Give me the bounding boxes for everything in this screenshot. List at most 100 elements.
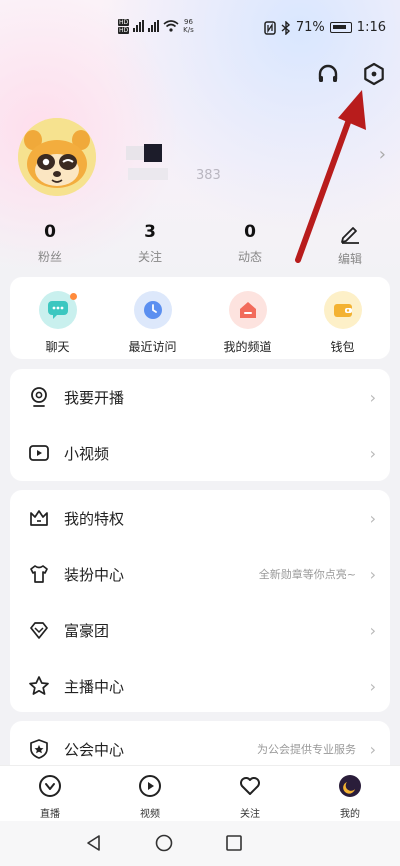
net-speed-unit: K/s bbox=[183, 26, 194, 34]
edit-label: 编辑 bbox=[337, 252, 362, 266]
chevron-right-icon: › bbox=[369, 508, 376, 528]
quick-label: 最近访问 bbox=[128, 340, 177, 354]
heart-icon bbox=[240, 777, 260, 795]
crown-icon bbox=[30, 510, 48, 526]
menu-item-dress-center[interactable]: 装扮中心 全新勋章等你点亮~ › bbox=[10, 546, 390, 602]
menu-hint: 为公会提供专业服务 bbox=[257, 743, 356, 756]
status-bar: HD HD 96 K/s 71% 1:16 bbox=[0, 0, 400, 58]
live-camera-icon bbox=[31, 387, 47, 407]
network-indicators: HD HD 96 K/s bbox=[118, 18, 194, 34]
quick-label: 聊天 bbox=[45, 340, 70, 354]
quick-wallet[interactable]: 钱包 bbox=[295, 277, 390, 359]
quick-chat[interactable]: 聊天 bbox=[10, 277, 105, 359]
tab-video[interactable]: 视频 bbox=[100, 766, 200, 821]
tab-label: 直播 bbox=[40, 809, 60, 820]
clock: 1:16 bbox=[356, 20, 386, 35]
profile-chevron-icon[interactable]: › bbox=[379, 144, 386, 165]
sim2-badge: HD bbox=[118, 26, 130, 34]
stat-fans[interactable]: 0 粉丝 bbox=[10, 222, 90, 265]
wallet-icon bbox=[323, 291, 362, 329]
quick-label: 钱包 bbox=[330, 340, 355, 354]
stat-value: 0 bbox=[244, 222, 256, 242]
battery-icon bbox=[329, 22, 352, 33]
edit-profile-button[interactable]: 编辑 bbox=[310, 222, 390, 267]
tab-live[interactable]: 直播 bbox=[0, 766, 100, 821]
unread-dot bbox=[70, 293, 77, 300]
net-speed: 96 K/s bbox=[183, 18, 194, 34]
menu-label: 主播中心 bbox=[64, 677, 125, 696]
menu-label: 小视频 bbox=[64, 444, 110, 463]
signal2-icon bbox=[148, 20, 160, 32]
chevron-right-icon: › bbox=[369, 564, 376, 584]
headphones-icon[interactable] bbox=[316, 62, 340, 86]
avatar[interactable] bbox=[18, 118, 96, 196]
quick-label: 我的频道 bbox=[223, 340, 272, 354]
net-speed-value: 96 bbox=[183, 18, 193, 26]
menu-item-streamer-center[interactable]: 主播中心 › bbox=[10, 658, 390, 714]
shield-icon bbox=[30, 739, 48, 759]
stat-label: 粉丝 bbox=[37, 250, 62, 264]
chevron-right-icon: › bbox=[369, 676, 376, 696]
chevron-right-icon: › bbox=[369, 739, 376, 759]
signal-icon bbox=[133, 20, 145, 32]
system-nav-bar bbox=[0, 821, 400, 866]
settings-icon[interactable] bbox=[362, 62, 386, 86]
nfc-icon bbox=[264, 20, 276, 35]
menu-group-features: 我的特权 › 装扮中心 全新勋章等你点亮~ › 富豪团 › 主播中心 › bbox=[10, 490, 390, 712]
sim1-badge: HD bbox=[118, 18, 130, 26]
stat-value: 0 bbox=[44, 222, 56, 242]
stats-row: 0 粉丝 3 关注 0 动态 编辑 bbox=[0, 222, 400, 268]
menu-group-live: 我要开播 › 小视频 › bbox=[10, 369, 390, 481]
channel-home-icon bbox=[228, 291, 267, 329]
header-actions bbox=[316, 62, 386, 86]
stat-posts[interactable]: 0 动态 bbox=[210, 222, 290, 265]
menu-label: 我要开播 bbox=[64, 388, 125, 407]
chevron-right-icon: › bbox=[369, 387, 376, 407]
clock-icon bbox=[133, 291, 172, 329]
quick-my-channel[interactable]: 我的频道 bbox=[200, 277, 295, 359]
quick-actions-card: 聊天 最近访问 我的频道 钱包 bbox=[10, 277, 390, 359]
stat-following[interactable]: 3 关注 bbox=[110, 222, 190, 265]
tab-label: 视频 bbox=[140, 809, 160, 820]
menu-item-short-video[interactable]: 小视频 › bbox=[10, 425, 390, 481]
menu-label: 富豪团 bbox=[64, 621, 110, 640]
stat-label: 动态 bbox=[237, 250, 262, 264]
quick-recent-visits[interactable]: 最近访问 bbox=[105, 277, 200, 359]
menu-hint: 全新勋章等你点亮~ bbox=[258, 568, 356, 581]
menu-item-privileges[interactable]: 我的特权 › bbox=[10, 490, 390, 546]
back-icon[interactable] bbox=[84, 833, 104, 853]
video-play-icon bbox=[29, 445, 49, 461]
live-icon bbox=[39, 775, 61, 797]
bluetooth-icon bbox=[281, 20, 290, 35]
username-masked-block bbox=[144, 144, 162, 162]
chevron-right-icon: › bbox=[369, 443, 376, 463]
tab-me[interactable]: 我的 bbox=[300, 766, 400, 821]
username-masked bbox=[126, 146, 144, 160]
battery-percent: 71% bbox=[295, 20, 325, 35]
star-icon bbox=[29, 676, 49, 695]
tab-follow[interactable]: 关注 bbox=[200, 766, 300, 821]
menu-label: 装扮中心 bbox=[64, 565, 125, 584]
sim-badges: HD HD bbox=[118, 18, 130, 34]
recents-icon[interactable] bbox=[224, 833, 244, 853]
chevron-right-icon: › bbox=[369, 620, 376, 640]
system-indicators: 71% 1:16 bbox=[264, 20, 386, 35]
menu-item-start-live[interactable]: 我要开播 › bbox=[10, 369, 390, 425]
home-icon[interactable] bbox=[154, 833, 174, 853]
raccoon-avatar-icon bbox=[18, 118, 96, 196]
tab-label: 我的 bbox=[340, 809, 360, 820]
stat-value: 3 bbox=[144, 222, 156, 242]
me-icon bbox=[339, 775, 361, 797]
tab-label: 关注 bbox=[240, 809, 260, 820]
user-id-masked bbox=[128, 168, 168, 180]
shirt-icon bbox=[30, 565, 48, 583]
stat-label: 关注 bbox=[137, 250, 162, 264]
wifi-icon bbox=[163, 20, 179, 32]
edit-pencil-icon bbox=[341, 227, 359, 244]
menu-label: 我的特权 bbox=[64, 509, 125, 528]
user-id: 383 bbox=[196, 168, 221, 183]
diamond-icon bbox=[30, 622, 48, 639]
menu-item-rich-club[interactable]: 富豪团 › bbox=[10, 602, 390, 658]
video-icon bbox=[139, 775, 161, 797]
menu-label: 公会中心 bbox=[64, 740, 125, 759]
